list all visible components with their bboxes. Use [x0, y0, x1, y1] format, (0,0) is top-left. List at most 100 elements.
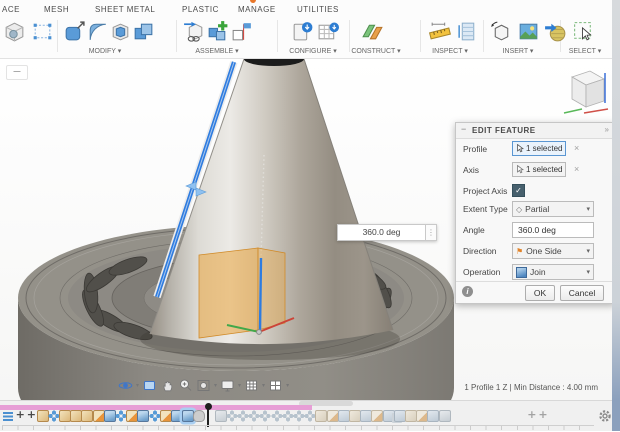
timeline-feature-sketchedit-icon[interactable] [126, 410, 138, 422]
timeline-feature-g-pattern-icon[interactable] [226, 410, 238, 422]
insert-mesh-icon[interactable] [489, 19, 514, 44]
configure-group-label[interactable]: CONFIGURE ▾ [283, 47, 343, 55]
direction-dropdown[interactable]: ⚑ One Side ▾ [512, 243, 594, 259]
timeline-feature-extrude-icon[interactable] [171, 410, 183, 422]
shell-icon[interactable] [108, 19, 133, 44]
timeline-feature-g-extrude-icon[interactable] [427, 410, 439, 422]
display-caret-icon[interactable]: ▾ [238, 378, 241, 393]
inspect-group-label[interactable]: INSPECT ▾ [425, 47, 475, 55]
timeline-feature-g-pattern-icon[interactable] [293, 410, 305, 422]
select-icon[interactable] [571, 19, 596, 44]
timeline-feature-g-sketch-icon[interactable] [349, 410, 361, 422]
timeline-feature-g-sketchedit-icon[interactable] [371, 410, 383, 422]
timeline-feature-g-sketchedit-icon[interactable] [327, 410, 339, 422]
timeline-feature-g-pattern-icon[interactable] [248, 410, 260, 422]
pan-icon[interactable] [160, 378, 175, 393]
origin-point[interactable] [257, 330, 262, 335]
assemble-group-label[interactable]: ASSEMBLE ▾ [186, 47, 248, 55]
tab-mesh[interactable]: MESH [44, 5, 69, 14]
timeline-feature-move-icon[interactable]: + [14, 410, 26, 422]
fit-caret-icon[interactable]: ▾ [214, 378, 217, 393]
construct-group-label[interactable]: CONSTRUCT ▾ [345, 47, 407, 55]
new-component-icon[interactable] [182, 19, 207, 44]
timeline-feature-g-pattern-icon[interactable] [282, 410, 294, 422]
timeline-feature-sketch-icon[interactable] [37, 410, 49, 422]
timeline-feature-g-sketchedit-icon[interactable] [416, 410, 428, 422]
extent-type-dropdown[interactable]: ◇ Partial ▾ [512, 201, 594, 217]
drag-handle-icon[interactable]: ⋮ [426, 224, 437, 241]
grid-caret-icon[interactable]: ▾ [262, 378, 265, 393]
edit-form-icon[interactable] [30, 19, 55, 44]
orbit-caret-icon[interactable]: ▾ [136, 378, 139, 393]
timeline-feature-g-combine-icon[interactable] [394, 410, 406, 422]
press-pull-icon[interactable] [62, 19, 87, 44]
timeline-settings-gear-icon[interactable] [598, 409, 612, 428]
info-icon[interactable]: i [462, 286, 473, 297]
timeline-feature-form-icon[interactable] [193, 410, 205, 422]
revolve-axis-line[interactable] [260, 258, 261, 332]
modify-group-label[interactable]: MODIFY ▾ [78, 47, 132, 55]
project-axis-checkbox[interactable]: ✓ [512, 184, 525, 197]
timeline-feature-ground-icon[interactable] [3, 412, 13, 421]
timeline-feature-g-pattern-icon[interactable] [304, 410, 316, 422]
timeline-feature-sketch-icon[interactable] [59, 410, 71, 422]
axis-select-button[interactable]: 1 selected [512, 162, 566, 177]
timeline-feature-g-move-icon[interactable]: + [537, 410, 549, 422]
viewports-icon[interactable] [268, 378, 283, 393]
joint-icon[interactable] [205, 19, 230, 44]
tab-sheet-metal[interactable]: SHEET METAL [95, 5, 155, 14]
insert-group-label[interactable]: INSERT ▾ [494, 47, 542, 55]
timeline-feature-g-cube-icon[interactable] [439, 410, 451, 422]
timeline-feature-sketchedit-icon[interactable] [93, 410, 105, 422]
timeline-feature-sketchedit-icon[interactable] [160, 410, 172, 422]
zoom-icon[interactable] [178, 378, 193, 393]
timeline-feature-pattern-icon[interactable] [115, 410, 127, 422]
canvas-icon[interactable] [516, 19, 541, 44]
fit-icon[interactable] [196, 378, 211, 393]
browser-collapse-button[interactable]: — [6, 65, 28, 80]
configuration-table-icon[interactable] [316, 19, 341, 44]
combine-icon[interactable] [131, 19, 156, 44]
operation-dropdown[interactable]: Join ▾ [512, 264, 594, 280]
tab-plastic[interactable]: PLASTIC [182, 5, 219, 14]
cancel-button[interactable]: Cancel [560, 285, 604, 301]
construction-plane-icon[interactable] [360, 19, 385, 44]
rigid-group-icon[interactable] [229, 19, 254, 44]
timeline-feature-g-move-icon[interactable]: + [526, 410, 538, 422]
grid-snap-icon[interactable] [244, 378, 259, 393]
collapse-icon[interactable]: − [461, 124, 466, 134]
timeline-feature-g-sketch-icon[interactable] [405, 410, 417, 422]
timeline-feature-g-extrude-icon[interactable] [338, 410, 350, 422]
timeline-feature-pattern-icon[interactable] [149, 410, 161, 422]
timeline-feature-g-sketch-icon[interactable] [315, 410, 327, 422]
timeline-feature-sketch-icon[interactable] [81, 410, 93, 422]
timeline-feature-extrude-sel-icon[interactable] [182, 410, 194, 422]
timeline-feature-sketch-icon[interactable] [70, 410, 82, 422]
timeline-feature-g-cube-icon[interactable] [215, 410, 227, 422]
display-settings-icon[interactable] [220, 378, 235, 393]
ok-button[interactable]: OK [525, 285, 555, 301]
timeline-feature-g-extrude-icon[interactable] [383, 410, 395, 422]
decal-icon[interactable] [543, 19, 568, 44]
create-form-icon[interactable] [2, 19, 27, 44]
dialog-header[interactable]: − EDIT FEATURE » [456, 123, 614, 139]
section-analysis-icon[interactable] [455, 19, 480, 44]
axis-clear-icon[interactable]: × [574, 164, 579, 174]
overflow-icon[interactable]: » [605, 125, 609, 134]
timeline-feature-g-pattern-icon[interactable] [237, 410, 249, 422]
timeline-feature-extrude-icon[interactable] [104, 410, 116, 422]
timeline-feature-g-pattern-icon[interactable] [271, 410, 283, 422]
view-cube[interactable] [560, 63, 612, 119]
tab-utilities[interactable]: UTILITIES [297, 5, 339, 14]
orbit-icon[interactable] [118, 378, 133, 393]
timeline-feature-move-icon[interactable]: + [25, 410, 37, 422]
look-at-icon[interactable] [142, 378, 157, 393]
angle-dimension-input[interactable]: 360.0 deg [337, 224, 426, 241]
measure-icon[interactable] [428, 19, 453, 44]
select-group-label[interactable]: SELECT ▾ [562, 47, 608, 55]
timeline-feature-g-pattern-icon[interactable] [259, 410, 271, 422]
timeline-feature-pattern-icon[interactable] [48, 410, 60, 422]
timeline-feature-extrude-icon[interactable] [137, 410, 149, 422]
tab-surface-clipped[interactable]: ACE [2, 5, 20, 14]
tab-manage[interactable]: MANAGE [238, 5, 276, 14]
